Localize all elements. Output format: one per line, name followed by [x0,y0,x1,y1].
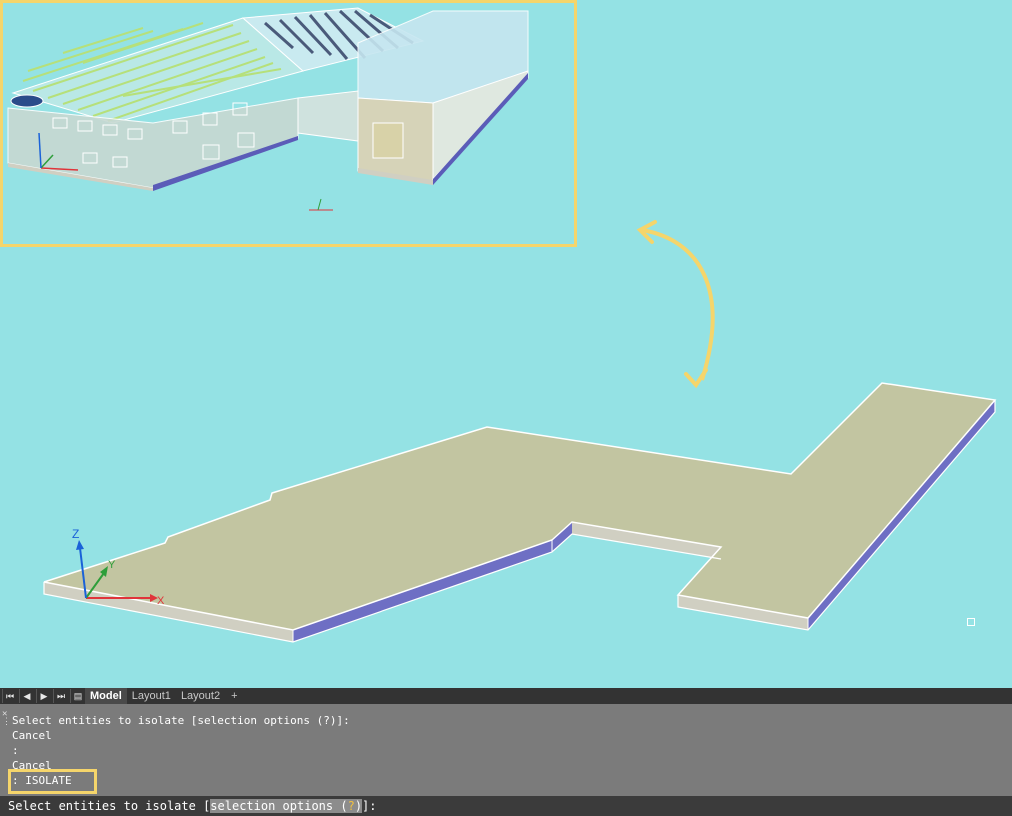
history-line: Cancel [12,729,52,742]
last-tab-icon[interactable]: ⏭ [53,689,68,703]
before-isolate-preview [0,0,577,247]
isolate-highlight [8,769,97,794]
selection-options-link[interactable]: selection options (?) [210,799,363,813]
previous-tab-icon[interactable]: ◀ [19,689,34,703]
model-viewport[interactable]: X Y Z [0,0,1012,688]
command-history[interactable]: ✕ ⋮ Select entities to isolate [selection… [0,704,1012,796]
tab-model[interactable]: Model [85,688,127,704]
ucs-y-label: Y [108,559,116,571]
prompt-text: Select entities to isolate [ [8,799,211,813]
layout-tab-bar: ⏮ ◀ ▶ ⏭ ▤ Model Layout1 Layout2 + [0,688,1012,704]
command-line[interactable]: Select entities to isolate [selection op… [0,796,1012,816]
transition-arrow [636,220,715,389]
command-prompt: Select entities to isolate [selection op… [8,798,377,814]
next-tab-icon[interactable]: ▶ [36,689,51,703]
tab-layout1[interactable]: Layout1 [127,688,176,704]
panel-grip-icon[interactable]: ✕ ⋮ [2,710,11,727]
tab-layout2[interactable]: Layout2 [176,688,225,704]
prompt-end: ]: [362,799,377,813]
ucs-x-label: X [157,595,165,607]
first-tab-icon[interactable]: ⏮ [2,689,17,703]
history-line: : [12,744,19,757]
floor-slab-3d[interactable] [43,382,997,643]
history-line: Select entities to isolate [selection op… [12,714,350,727]
tab-list-menu-icon[interactable]: ▤ [70,689,85,703]
cursor-pickbox [967,618,975,626]
ucs-z-label: Z [72,527,79,541]
building-wireframe [7,7,529,211]
add-layout-button[interactable]: + [225,690,243,702]
